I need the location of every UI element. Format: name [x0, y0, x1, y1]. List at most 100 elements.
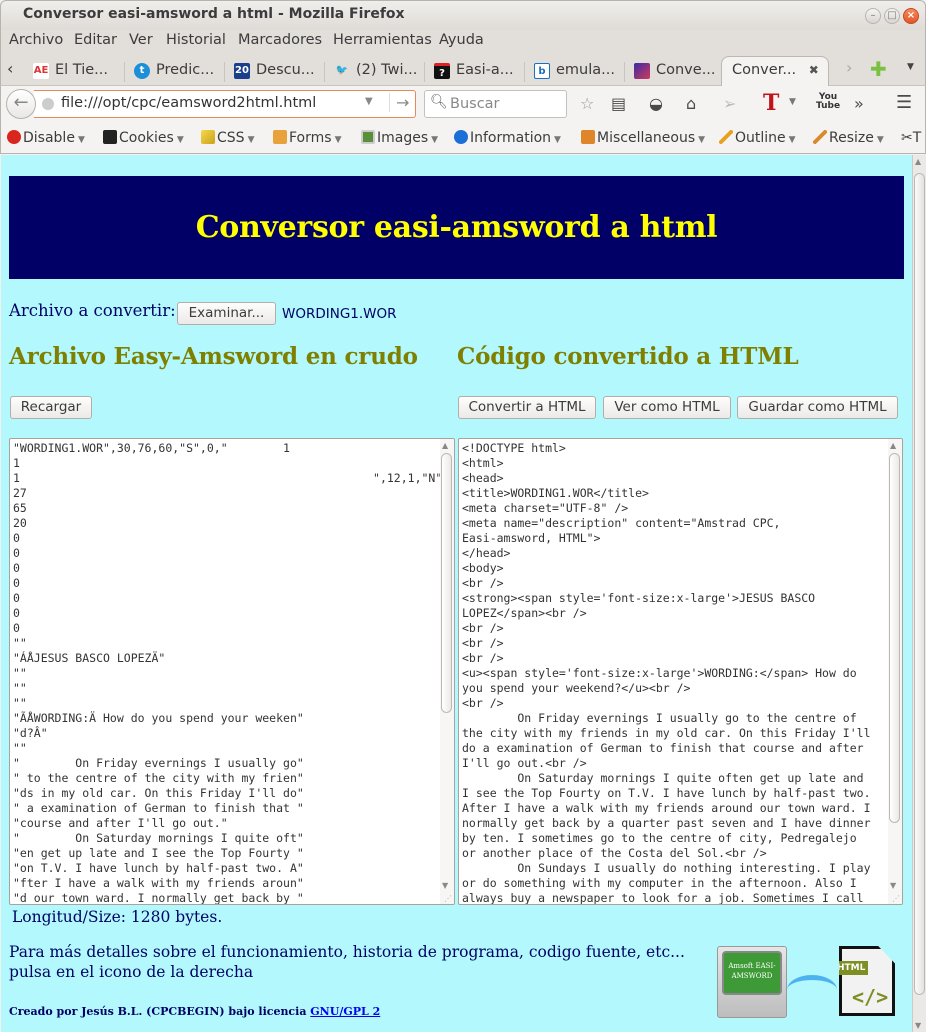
scroll-down-icon[interactable]: ▼: [442, 881, 448, 890]
page-scrollbar-thumb[interactable]: [914, 173, 925, 995]
back-button[interactable]: ←: [6, 89, 36, 119]
dev-disable[interactable]: Disable ▼: [7, 130, 85, 146]
minimize-button[interactable]: –: [865, 8, 881, 24]
dev-cookies[interactable]: Cookies ▼: [103, 130, 184, 146]
tab-label: Descu...: [256, 62, 315, 78]
back-arrow-icon: ←: [13, 92, 29, 113]
dev-miscellaneous[interactable]: Miscellaneous ▼: [581, 130, 705, 146]
tab-label: Predic...: [156, 62, 215, 78]
outline-pencil-icon: [719, 130, 733, 144]
tab-descu[interactable]: 20 Descu...: [232, 57, 315, 85]
web-developer-toolbar: Disable ▼ Cookies ▼ CSS ▼ Forms ▼ Images ▼ In…: [0, 124, 926, 154]
resize-grip-icon[interactable]: ⋰: [892, 894, 900, 903]
menu-ver[interactable]: Ver: [129, 32, 153, 48]
file-label: Archivo a convertir:: [9, 301, 176, 320]
b-favicon-icon: b: [534, 63, 550, 79]
site-identity-globe-icon[interactable]: [42, 98, 54, 110]
view-as-html-button[interactable]: Ver como HTML: [603, 396, 731, 419]
scrollbar-thumb[interactable]: [441, 453, 452, 713]
images-icon: [361, 130, 375, 144]
dev-information[interactable]: Information ▼: [454, 130, 561, 146]
tab-list-dropdown-icon[interactable]: ▼: [907, 62, 914, 72]
bookmark-star-icon[interactable]: ☆: [580, 94, 594, 113]
translate-dropdown-icon[interactable]: ▼: [789, 97, 796, 107]
tab-conve[interactable]: Conve...: [632, 57, 716, 85]
tab-twitter[interactable]: 🐦 (2) Twi...: [332, 57, 418, 85]
code-brackets-icon: </>: [852, 985, 889, 1009]
dev-outline[interactable]: Outline ▼: [719, 130, 796, 146]
tab-bar: ‹ AE El Tie... t Predic... 20 Descu... 🐦…: [0, 54, 926, 86]
tab-predic[interactable]: t Predic...: [132, 57, 214, 85]
page-banner: Conversor easi-amsword a html: [9, 176, 904, 279]
menu-bar: Archivo Editar Ver Historial Marcadores …: [0, 30, 926, 54]
raw-file-heading: Archivo Easy-Amsword en crudo: [9, 343, 418, 370]
scroll-down-icon[interactable]: ▼: [890, 881, 896, 890]
dev-css[interactable]: CSS ▼: [201, 130, 254, 146]
tab-easi-amsword[interactable]: ? Easi-a...: [432, 57, 514, 85]
tab-active-conversor[interactable]: Conver... ✖: [721, 56, 829, 86]
translate-t-icon[interactable]: T: [763, 90, 779, 116]
tabs-scroll-right-icon[interactable]: ›: [846, 58, 852, 77]
reload-button[interactable]: Recargar: [10, 396, 92, 419]
information-icon: [454, 130, 468, 144]
scroll-up-icon[interactable]: ▲: [890, 441, 896, 450]
url-history-dropdown-icon[interactable]: ▼: [365, 96, 373, 107]
details-text: Para más detalles sobre el funcionamient…: [9, 942, 685, 982]
computer-screen-text: Amsoft EASI-AMSWORD: [722, 951, 782, 995]
home-icon[interactable]: ⌂: [686, 94, 696, 113]
tab-emula[interactable]: b emula...: [532, 57, 615, 85]
conversion-arrow-icon[interactable]: [787, 975, 837, 1005]
send-icon[interactable]: ➢: [723, 94, 736, 113]
hamburger-menu-icon[interactable]: ☰: [896, 92, 912, 113]
details-line-1: Para más detalles sobre el funcionamient…: [9, 943, 685, 961]
tabs-scroll-left-icon[interactable]: ‹: [7, 59, 13, 78]
html-code-textarea[interactable]: <!DOCTYPE html> <html> <head> <title>WOR…: [458, 438, 903, 905]
menu-editar[interactable]: Editar: [74, 32, 117, 48]
license-link[interactable]: GNU/GPL 2: [310, 1005, 380, 1018]
youtube-icon[interactable]: You Tube: [816, 93, 840, 111]
pocket-icon[interactable]: ◒: [649, 94, 663, 113]
url-bar[interactable]: file:///opt/cpc/eamsword2html.html ▼ →: [34, 90, 416, 118]
search-icon: 🔍︎: [430, 94, 448, 110]
dev-forms[interactable]: Forms ▼: [273, 130, 341, 146]
tab-el-tiempo[interactable]: AE El Tie...: [31, 57, 108, 85]
url-text[interactable]: file:///opt/cpc/eamsword2html.html: [61, 95, 316, 111]
save-as-html-button[interactable]: Guardar como HTML: [737, 396, 898, 419]
scroll-up-icon[interactable]: ▲: [442, 441, 448, 450]
close-tab-icon[interactable]: ✖: [809, 63, 819, 77]
window-titlebar: Conversor easi-amsword a html - Mozilla …: [0, 0, 926, 30]
raw-file-content[interactable]: "WORDING1.WOR",30,76,60,"S",0," 1 1 1 ",…: [10, 439, 454, 904]
search-placeholder: Buscar: [450, 96, 500, 112]
html-code-content[interactable]: <!DOCTYPE html> <html> <head> <title>WOR…: [459, 439, 902, 904]
page-title: Conversor easi-amsword a html: [195, 210, 718, 245]
page-scroll-down-icon[interactable]: ▼: [915, 1021, 921, 1030]
page-scroll-up-icon[interactable]: ▲: [915, 157, 921, 166]
convert-to-html-button[interactable]: Convertir a HTML: [458, 396, 596, 419]
raw-file-textarea[interactable]: "WORDING1.WOR",30,76,60,"S",0," 1 1 1 ",…: [9, 438, 455, 905]
html-file-icon[interactable]: HTML </>: [839, 946, 895, 1016]
html-textarea-scrollbar[interactable]: ▲ ▼: [888, 439, 902, 904]
scrollbar-thumb[interactable]: [889, 453, 900, 823]
tab-separator: [324, 62, 325, 82]
page-scrollbar[interactable]: ▲ ▼: [912, 155, 926, 1032]
reading-list-icon[interactable]: ▤: [611, 94, 626, 113]
close-window-button[interactable]: ×: [903, 8, 919, 24]
new-tab-plus-icon[interactable]: ✚: [870, 57, 887, 81]
menu-marcadores[interactable]: Marcadores: [238, 32, 322, 48]
maximize-button[interactable]: □: [884, 8, 900, 24]
dev-images[interactable]: Images ▼: [361, 130, 438, 146]
raw-textarea-scrollbar[interactable]: ▲ ▼: [440, 439, 454, 904]
resize-grip-icon[interactable]: ⋰: [444, 894, 452, 903]
browse-button[interactable]: Examinar...: [177, 302, 276, 325]
easi-amsword-computer-icon[interactable]: Amsoft EASI-AMSWORD: [717, 946, 787, 1018]
dev-tools[interactable]: ✂T: [901, 130, 921, 146]
menu-herramientas[interactable]: Herramientas: [333, 32, 432, 48]
search-input[interactable]: 🔍︎ Buscar: [424, 90, 567, 118]
go-arrow-icon[interactable]: →: [389, 93, 409, 112]
dev-resize[interactable]: Resize ▼: [813, 130, 884, 146]
menu-historial[interactable]: Historial: [166, 32, 226, 48]
overflow-chevron-icon[interactable]: »: [854, 94, 864, 113]
menu-archivo[interactable]: Archivo: [9, 32, 63, 48]
menu-ayuda[interactable]: Ayuda: [439, 32, 484, 48]
disk-favicon-icon: ?: [434, 63, 450, 79]
